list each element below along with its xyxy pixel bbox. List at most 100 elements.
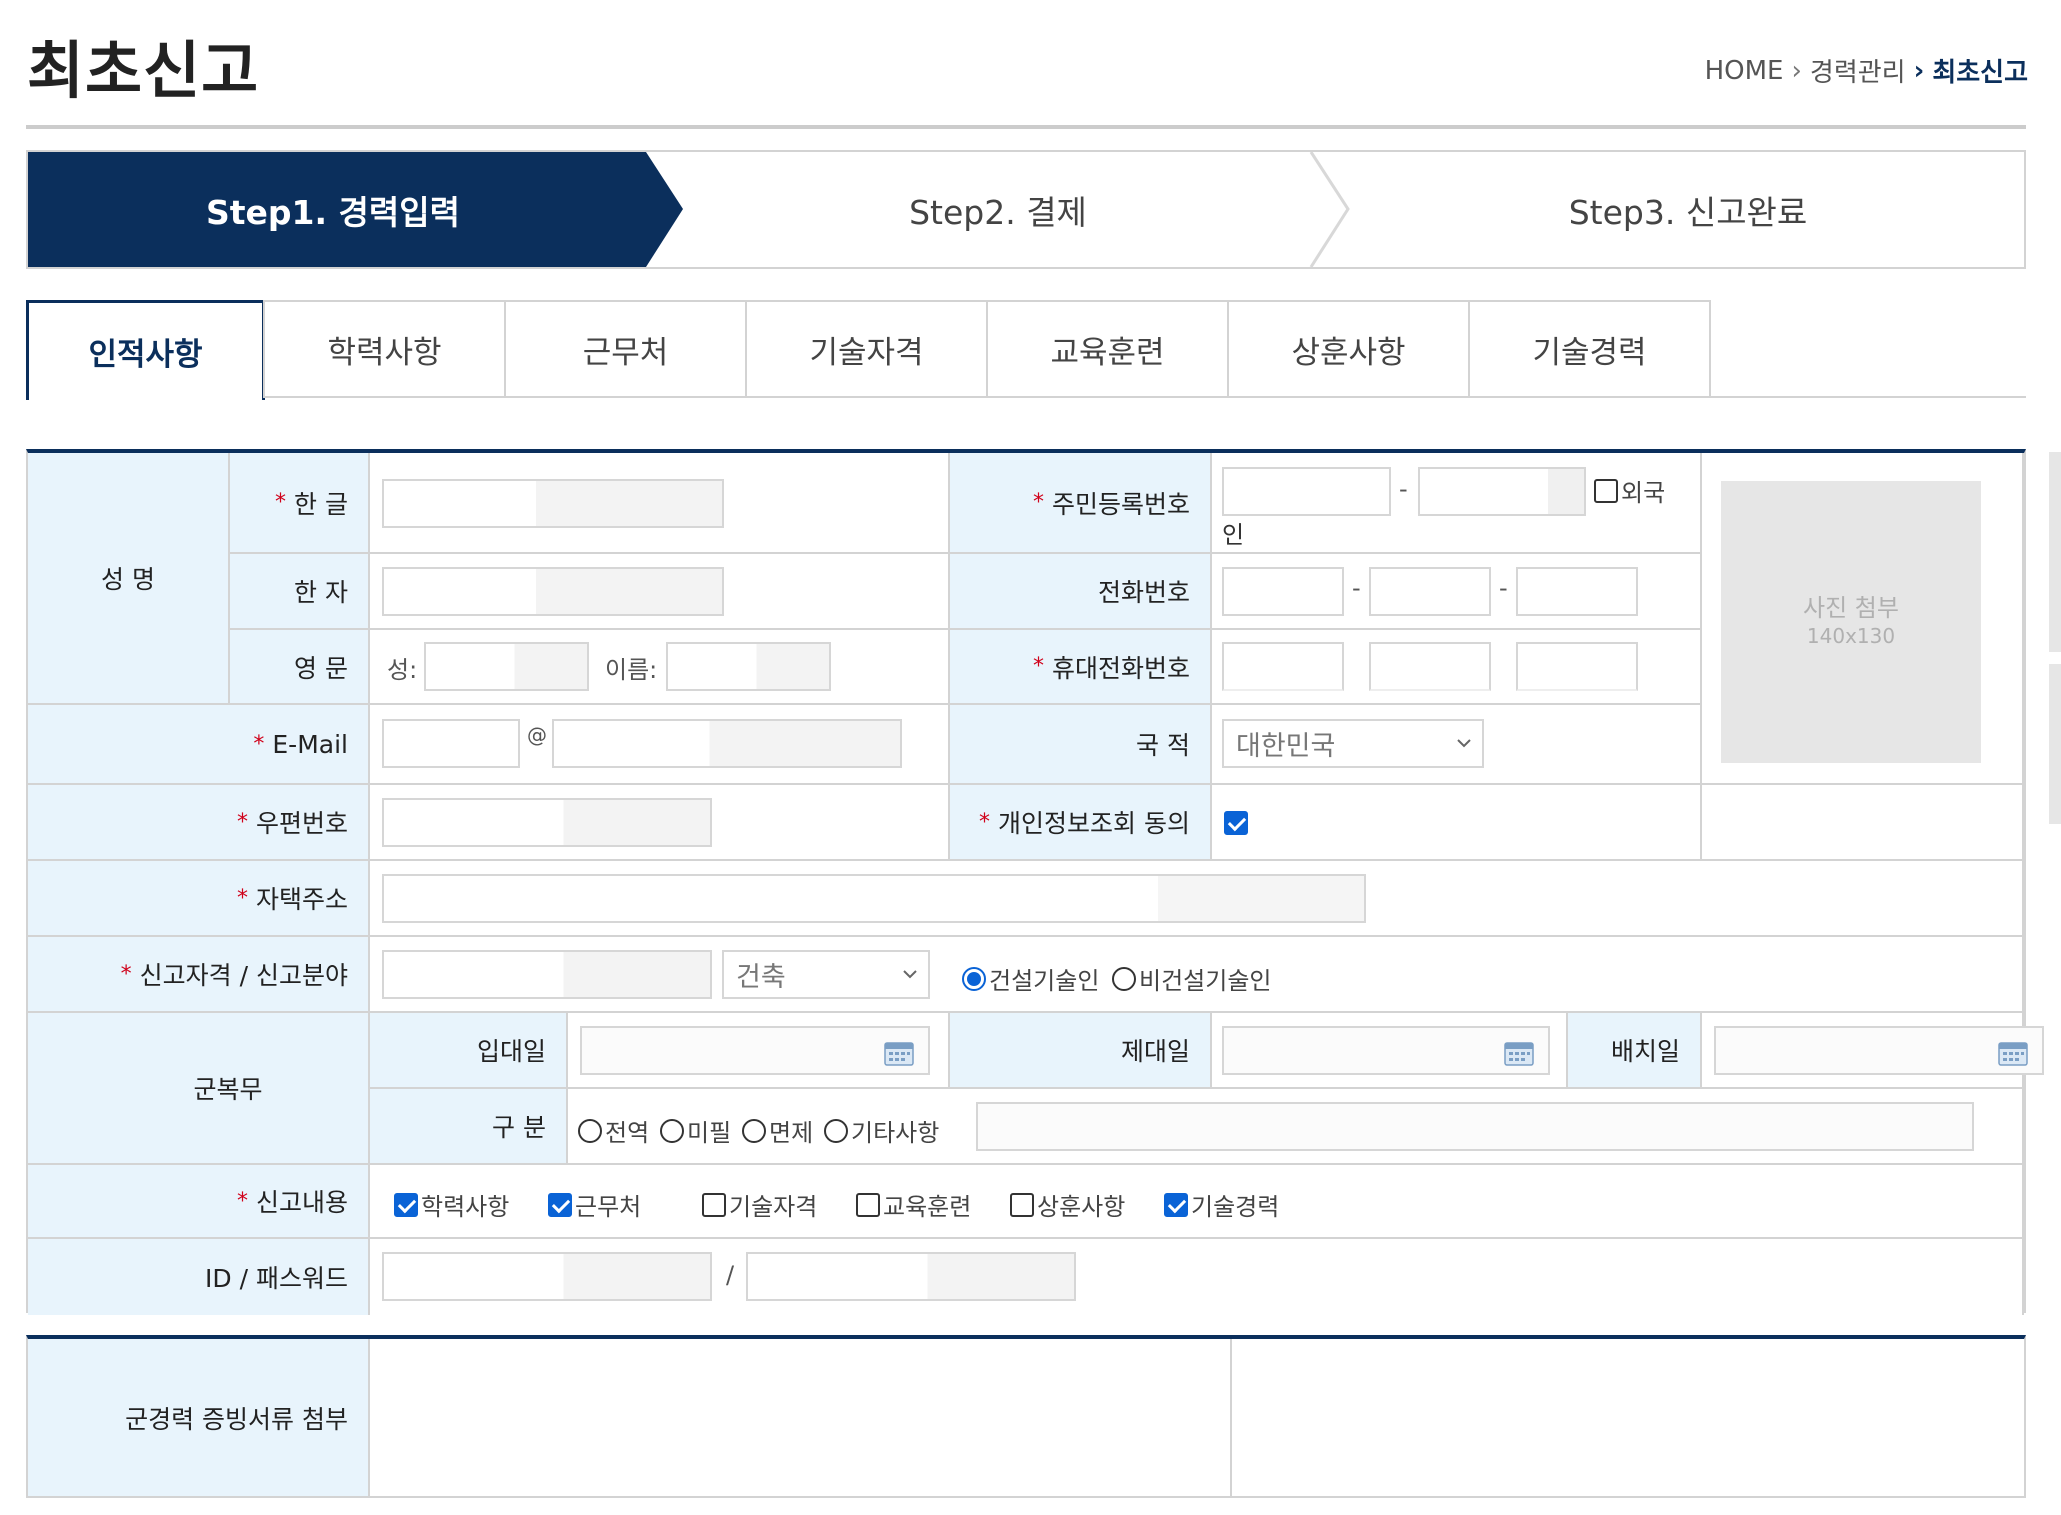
radio-not-served[interactable]: 미필 bbox=[660, 1113, 731, 1148]
checkbox-icon[interactable] bbox=[856, 1192, 880, 1217]
report-checkbox-awards[interactable]: 상훈사항 bbox=[1010, 1187, 1125, 1222]
side-panel-edge bbox=[2049, 664, 2061, 824]
tab-qualification[interactable]: 기술자격 bbox=[745, 300, 988, 398]
email-domain-input[interactable] bbox=[552, 719, 902, 768]
report-checkbox-education[interactable]: 학력사항 bbox=[394, 1187, 509, 1222]
postal-code-input[interactable] bbox=[382, 798, 712, 847]
breadcrumb-section[interactable]: 경력관리 bbox=[1810, 52, 1906, 89]
resident-number-front-input[interactable] bbox=[1222, 467, 1391, 516]
tab-baseline bbox=[1706, 396, 2026, 398]
name-hanja-cell bbox=[370, 554, 950, 630]
phone-part3-input[interactable] bbox=[1516, 567, 1638, 616]
field-select[interactable]: 건축 bbox=[722, 950, 930, 999]
report-checkbox-workplace[interactable]: 근무처 bbox=[548, 1187, 641, 1222]
id-password-cell: / bbox=[370, 1239, 2024, 1315]
report-checkbox-training[interactable]: 교육훈련 bbox=[856, 1187, 971, 1222]
privacy-consent-checkbox[interactable] bbox=[1224, 811, 1248, 835]
enlist-date-cell bbox=[568, 1013, 950, 1089]
qualification-input[interactable] bbox=[382, 950, 712, 999]
checkbox-icon[interactable] bbox=[702, 1192, 726, 1217]
checkbox-icon[interactable] bbox=[1010, 1192, 1034, 1217]
enlist-date-header: 입대일 bbox=[370, 1013, 568, 1089]
checkbox-icon[interactable] bbox=[394, 1192, 418, 1217]
checkbox-icon[interactable] bbox=[548, 1192, 572, 1217]
breadcrumb-current: 최초신고 bbox=[1932, 58, 2028, 88]
assign-date-header: 배치일 bbox=[1568, 1013, 1702, 1089]
calendar-icon[interactable] bbox=[1998, 1040, 2028, 1066]
tab-workplace[interactable]: 근무처 bbox=[504, 300, 747, 398]
radio-exempted[interactable]: 면제 bbox=[742, 1113, 813, 1148]
assign-date-cell bbox=[1702, 1013, 2044, 1089]
chevron-down-icon bbox=[903, 970, 917, 979]
nationality-select[interactable]: 대한민국 bbox=[1222, 719, 1484, 768]
radio-other[interactable]: 기타사항 bbox=[824, 1113, 939, 1148]
report-checkbox-tech-career[interactable]: 기술경력 bbox=[1164, 1187, 1279, 1222]
name-korean-header: * 한 글 bbox=[230, 453, 370, 554]
phone-cell: - - bbox=[1212, 554, 1702, 630]
military-other-input[interactable] bbox=[976, 1102, 1974, 1151]
radio-icon[interactable] bbox=[1112, 966, 1136, 991]
enlist-date-input[interactable] bbox=[580, 1026, 930, 1075]
resident-number-header: * 주민등록번호 bbox=[950, 453, 1212, 554]
discharge-date-header: 제대일 bbox=[950, 1013, 1212, 1089]
attachment-cell-left[interactable] bbox=[370, 1339, 1232, 1496]
discharge-date-input[interactable] bbox=[1222, 1026, 1550, 1075]
english-first-name-input[interactable] bbox=[666, 642, 831, 691]
report-contents-cell: 학력사항 근무처 기술자격 교육훈련 상훈사항 기술경력 bbox=[370, 1165, 2024, 1239]
page-title: 최초신고 bbox=[27, 34, 260, 107]
title-divider bbox=[26, 125, 2026, 129]
tab-education[interactable]: 학력사항 bbox=[263, 300, 506, 398]
privacy-consent-header: * 개인정보조회 동의 bbox=[950, 785, 1212, 861]
radio-icon[interactable] bbox=[578, 1118, 602, 1143]
attachment-cell-right[interactable] bbox=[1232, 1339, 2024, 1496]
step-progress: Step1. 경력입력 Step2. 결제 Step3. 신고완료 bbox=[26, 150, 2026, 269]
photo-upload[interactable]: 사진 첨부 140x130 bbox=[1721, 481, 1981, 763]
radio-non-construction-engineer[interactable]: 비건설기술인 bbox=[1112, 961, 1271, 996]
radio-icon[interactable] bbox=[962, 966, 986, 991]
calendar-icon[interactable] bbox=[1504, 1040, 1534, 1066]
mobile-header: * 휴대전화번호 bbox=[950, 630, 1212, 705]
address-input[interactable] bbox=[382, 874, 1366, 923]
report-checkbox-qualification[interactable]: 기술자격 bbox=[702, 1187, 817, 1222]
foreigner-checkbox[interactable]: 외국 bbox=[1594, 473, 1665, 508]
password-input[interactable] bbox=[746, 1252, 1076, 1301]
tab-tech-career[interactable]: 기술경력 bbox=[1468, 300, 1711, 398]
email-id-input[interactable] bbox=[382, 719, 520, 768]
checkbox-icon[interactable] bbox=[1594, 478, 1618, 503]
calendar-icon[interactable] bbox=[884, 1040, 914, 1066]
resident-number-back-input[interactable] bbox=[1418, 467, 1586, 516]
breadcrumb: HOME › 경력관리 › 최초신고 bbox=[1705, 52, 2028, 89]
name-hanja-input[interactable] bbox=[382, 567, 724, 616]
checkbox-icon[interactable] bbox=[1164, 1192, 1188, 1217]
phone-part1-input[interactable] bbox=[1222, 567, 1344, 616]
breadcrumb-home[interactable]: HOME bbox=[1705, 56, 1784, 86]
user-id-input[interactable] bbox=[382, 1252, 712, 1301]
tab-training[interactable]: 교육훈련 bbox=[986, 300, 1229, 398]
address-header: * 자택주소 bbox=[28, 861, 370, 937]
step-2: Step2. 결제 bbox=[909, 192, 1087, 232]
radio-construction-engineer[interactable]: 건설기술인 bbox=[962, 961, 1099, 996]
tab-personal-info[interactable]: 인적사항 bbox=[26, 300, 265, 400]
attachment-header: 군경력 증빙서류 첨부 bbox=[28, 1339, 370, 1496]
radio-discharged[interactable]: 전역 bbox=[578, 1113, 649, 1148]
english-last-name-input[interactable] bbox=[424, 642, 589, 691]
address-cell bbox=[370, 861, 2024, 937]
name-korean-input[interactable] bbox=[382, 479, 724, 528]
radio-icon[interactable] bbox=[824, 1118, 848, 1143]
radio-icon[interactable] bbox=[660, 1118, 684, 1143]
name-english-header: 영 문 bbox=[230, 630, 370, 705]
mobile-part3-input[interactable] bbox=[1516, 642, 1638, 691]
postal-cell bbox=[370, 785, 950, 861]
phone-header: 전화번호 bbox=[950, 554, 1212, 630]
military-type-header: 구 분 bbox=[370, 1089, 568, 1165]
discharge-date-cell bbox=[1212, 1013, 1568, 1089]
name-korean-cell bbox=[370, 453, 950, 554]
mobile-part1-input[interactable] bbox=[1222, 642, 1344, 691]
postal-header: * 우편번호 bbox=[28, 785, 370, 861]
radio-icon[interactable] bbox=[742, 1118, 766, 1143]
assign-date-input[interactable] bbox=[1714, 1026, 2044, 1075]
mobile-part2-input[interactable] bbox=[1369, 642, 1491, 691]
phone-part2-input[interactable] bbox=[1369, 567, 1491, 616]
tab-awards[interactable]: 상훈사항 bbox=[1227, 300, 1470, 398]
email-cell: @ bbox=[370, 705, 950, 785]
